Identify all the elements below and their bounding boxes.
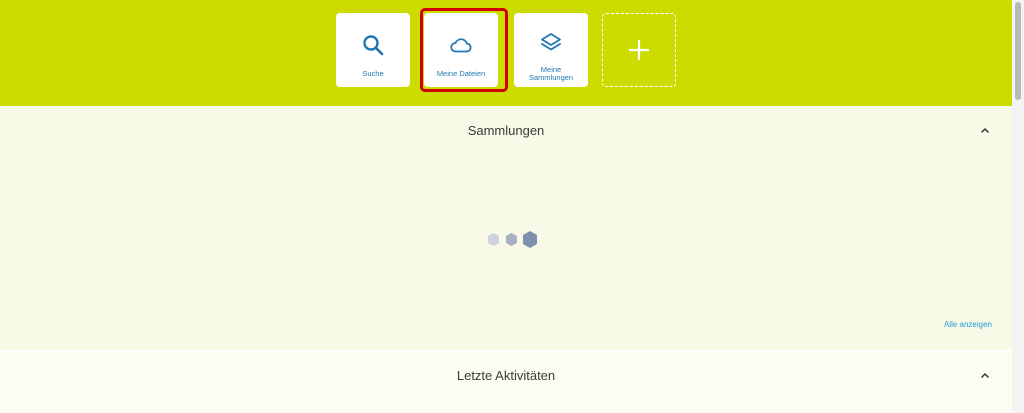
loading-spinner-icon: [488, 231, 537, 248]
scrollbar-thumb[interactable]: [1015, 2, 1021, 100]
recent-activities-title: Letzte Aktivitäten: [456, 368, 556, 383]
collapse-recent-chevron-icon[interactable]: [979, 369, 991, 381]
my-files-tile-label: Meine Dateien: [436, 69, 486, 78]
add-tile-button[interactable]: [602, 13, 676, 87]
show-all-link[interactable]: Alle anzeigen: [944, 320, 992, 329]
my-collections-tile[interactable]: Meine Sammlungen: [514, 13, 588, 87]
layers-icon: [541, 33, 561, 51]
top-toolbar: Suche Meine Dateien Meine Sammlungen: [0, 0, 1012, 106]
page: Suche Meine Dateien Meine Sammlungen Sam: [0, 0, 1012, 413]
search-icon: [363, 35, 384, 56]
my-files-tile[interactable]: Meine Dateien: [424, 13, 498, 87]
collapse-collections-chevron-icon[interactable]: [979, 124, 991, 136]
my-collections-tile-label-line2: Sammlungen: [528, 73, 574, 82]
cloud-icon: [450, 38, 472, 53]
search-tile[interactable]: Suche: [336, 13, 410, 87]
collections-section-title: Sammlungen: [467, 123, 545, 138]
collections-section: Sammlungen Alle anzeigen: [0, 106, 1012, 350]
search-tile-label: Suche: [362, 69, 384, 78]
recent-activities-section: Letzte Aktivitäten: [0, 352, 1012, 413]
plus-icon: [628, 39, 650, 61]
